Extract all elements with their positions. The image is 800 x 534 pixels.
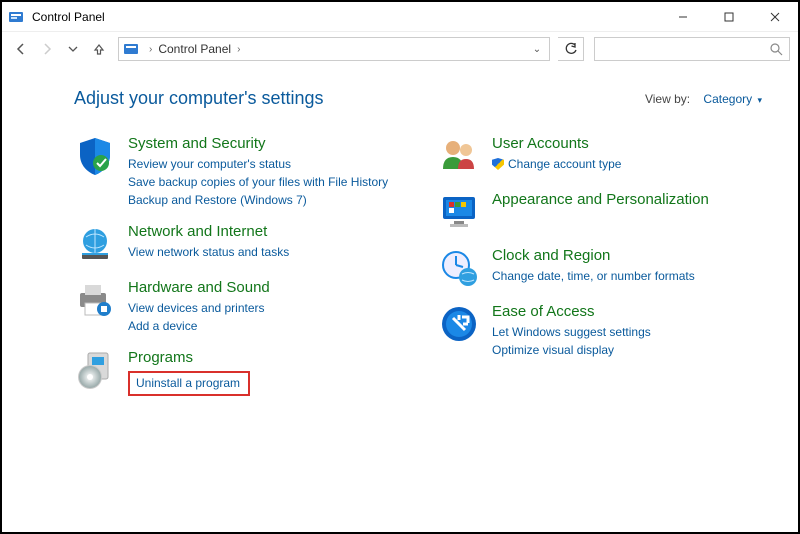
category-title[interactable]: System and Security <box>128 135 398 152</box>
content-area: Adjust your computer's settings View by:… <box>2 66 798 420</box>
view-by-value: Category <box>703 92 752 106</box>
link-review-status[interactable]: Review your computer's status <box>128 155 398 173</box>
monitor-icon <box>438 191 480 233</box>
link-network-status[interactable]: View network status and tasks <box>128 243 398 261</box>
chevron-right-icon: › <box>233 44 244 55</box>
category-title[interactable]: User Accounts <box>492 135 762 152</box>
chevron-down-icon: ▾ <box>757 95 762 105</box>
navbar: › Control Panel › ⌄ <box>2 32 798 66</box>
clock-globe-icon <box>438 247 480 289</box>
recent-locations-button[interactable] <box>62 38 84 60</box>
category-system-security: System and Security Review your computer… <box>74 135 398 209</box>
view-by-control[interactable]: View by: Category ▾ <box>645 92 762 106</box>
breadcrumb-item[interactable]: Control Panel <box>156 42 233 56</box>
address-icon <box>123 41 139 57</box>
link-optimize-display[interactable]: Optimize visual display <box>492 341 762 359</box>
category-clock-region: Clock and Region Change date, time, or n… <box>438 247 762 289</box>
link-change-date-time[interactable]: Change date, time, or number formats <box>492 267 762 285</box>
link-backup-restore[interactable]: Backup and Restore (Windows 7) <box>128 191 398 209</box>
category-title[interactable]: Network and Internet <box>128 223 398 240</box>
maximize-button[interactable] <box>706 2 752 32</box>
link-add-device[interactable]: Add a device <box>128 317 398 335</box>
search-input[interactable] <box>594 37 790 61</box>
window-title: Control Panel <box>32 10 105 24</box>
category-network: Network and Internet View network status… <box>74 223 398 265</box>
globe-network-icon <box>74 223 116 265</box>
highlight-box: Uninstall a program <box>128 371 250 396</box>
category-appearance: Appearance and Personalization <box>438 191 762 233</box>
category-title[interactable]: Clock and Region <box>492 247 762 264</box>
back-button[interactable] <box>10 38 32 60</box>
category-ease-of-access: Ease of Access Let Windows suggest setti… <box>438 303 762 359</box>
search-icon <box>770 43 783 56</box>
link-suggest-settings[interactable]: Let Windows suggest settings <box>492 323 762 341</box>
chevron-right-icon: › <box>145 44 156 55</box>
category-column-right: User Accounts Change account type <box>438 135 762 410</box>
disc-box-icon <box>74 349 116 391</box>
link-view-devices[interactable]: View devices and printers <box>128 299 398 317</box>
shield-icon <box>74 135 116 177</box>
page-heading: Adjust your computer's settings <box>74 88 324 109</box>
close-button[interactable] <box>752 2 798 32</box>
category-hardware: Hardware and Sound View devices and prin… <box>74 279 398 335</box>
category-title[interactable]: Appearance and Personalization <box>492 191 762 208</box>
address-bar[interactable]: › Control Panel › ⌄ <box>118 37 550 61</box>
category-title[interactable]: Programs <box>128 349 398 366</box>
category-programs: Programs Uninstall a program <box>74 349 398 396</box>
view-by-label: View by: <box>645 92 690 106</box>
forward-button[interactable] <box>36 38 58 60</box>
printer-icon <box>74 279 116 321</box>
people-icon <box>438 135 480 177</box>
address-dropdown-icon[interactable]: ⌄ <box>529 44 545 55</box>
link-file-history[interactable]: Save backup copies of your files with Fi… <box>128 173 398 191</box>
category-title[interactable]: Hardware and Sound <box>128 279 398 296</box>
ease-of-access-icon <box>438 303 480 345</box>
titlebar: Control Panel <box>2 2 798 32</box>
up-button[interactable] <box>88 38 110 60</box>
category-user-accounts: User Accounts Change account type <box>438 135 762 177</box>
refresh-button[interactable] <box>558 37 584 61</box>
control-panel-icon <box>8 9 24 25</box>
category-title[interactable]: Ease of Access <box>492 303 762 320</box>
link-uninstall-program[interactable]: Uninstall a program <box>136 376 240 390</box>
minimize-button[interactable] <box>660 2 706 32</box>
link-change-account-type[interactable]: Change account type <box>492 155 762 173</box>
category-column-left: System and Security Review your computer… <box>74 135 398 410</box>
